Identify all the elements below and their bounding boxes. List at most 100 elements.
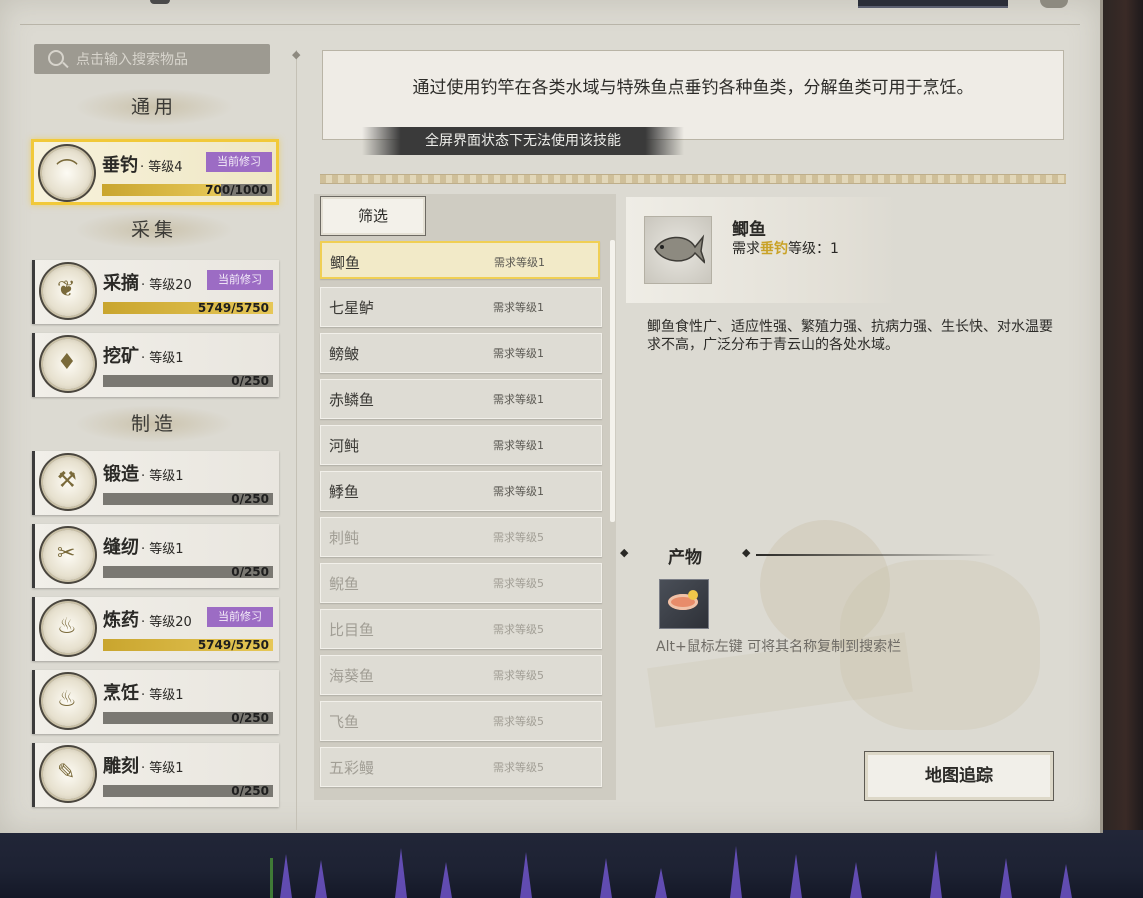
herb-leaf-icon: ❦ — [43, 266, 93, 316]
fish-name: 五彩鳗 — [329, 759, 375, 777]
fish-name: 鲵鱼 — [329, 575, 360, 593]
fish-name: 鲫鱼 — [330, 254, 361, 272]
skill-card-mining[interactable]: ♦ 挖矿 · 等级1 0/250 — [32, 333, 279, 397]
top-frame-ornament — [150, 0, 170, 4]
fish-list-item[interactable]: 刺鲀 需求等级5 — [320, 517, 602, 557]
fish-level-requirement: 需求等级1 — [494, 256, 545, 269]
category-gathering-heading: 采集 — [74, 211, 234, 249]
skill-progress-bar: 0/250 — [103, 711, 273, 725]
skill-progress-text: 5749/5750 — [197, 301, 269, 315]
skill-card-sewing[interactable]: ✂ 缝纫 · 等级1 0/250 — [32, 524, 279, 588]
fish-level-requirement: 需求等级5 — [493, 669, 544, 682]
fish-list-item[interactable]: 鯚鱼 需求等级1 — [320, 471, 602, 511]
skill-name: 缝纫 — [103, 537, 139, 558]
fish-list-item[interactable]: 赤鳞鱼 需求等级1 — [320, 379, 602, 419]
category-crafting-heading: 制造 — [74, 405, 234, 443]
skill-name: 烹饪 — [103, 683, 139, 704]
top-frame-ornament — [858, 0, 1008, 8]
fish-level-requirement: 需求等级1 — [493, 485, 544, 498]
skill-progress-bar: 0/250 — [103, 374, 273, 388]
fish-level-requirement: 需求等级1 — [493, 301, 544, 314]
skill-card-carving[interactable]: ✎ 雕刻 · 等级1 0/250 — [32, 743, 279, 807]
skill-progress-text: 5749/5750 — [197, 638, 269, 652]
fish-level-requirement: 需求等级1 — [493, 347, 544, 360]
gourd-icon: ♨ — [43, 603, 93, 653]
fish-list-item[interactable]: 鳑鲏 需求等级1 — [320, 333, 602, 373]
skill-progress-bar: 0/250 — [103, 565, 273, 579]
fish-detail-description: 鲫鱼食性广、适应性强、繁殖力强、抗病力强、生长快、对水温要求不高，广泛分布于青云… — [647, 319, 1053, 353]
fish-name: 河鲀 — [329, 437, 360, 455]
fish-list-item[interactable]: 海葵鱼 需求等级5 — [320, 655, 602, 695]
fish-level-requirement: 需求等级5 — [493, 715, 544, 728]
skill-progress-text: 0/250 — [231, 492, 269, 506]
skill-progress-text: 0/250 — [231, 374, 269, 388]
fish-level-requirement: 需求等级5 — [493, 761, 544, 774]
skill-progress-bar: 5749/5750 — [103, 638, 273, 652]
search-box[interactable] — [34, 44, 270, 76]
fish-name: 海葵鱼 — [329, 667, 375, 685]
fish-name: 七星鲈 — [329, 299, 375, 317]
filter-button[interactable]: 筛选 — [320, 196, 426, 236]
fish-level-requirement: 需求等级5 — [493, 577, 544, 590]
fish-name: 刺鲀 — [329, 529, 360, 547]
skill-level: · 等级4 — [140, 160, 183, 175]
fish-list-item[interactable]: 飞鱼 需求等级5 — [320, 701, 602, 741]
skill-level: · 等级1 — [141, 761, 184, 776]
fish-name: 鳑鲏 — [329, 345, 360, 363]
skill-description: 通过使用钓竿在各类水域与特殊鱼点垂钓各种鱼类，分解鱼类可用于烹饪。 — [412, 78, 974, 98]
fish-list-item[interactable]: 鲵鱼 需求等级5 — [320, 563, 602, 603]
current-study-badge: 当前修习 — [207, 270, 273, 290]
map-tracking-button[interactable]: 地图追踪 — [864, 751, 1054, 801]
skill-progress-bar: 700/1000 — [102, 183, 272, 197]
skill-name: 垂钓 — [102, 155, 138, 176]
fish-name: 赤鳞鱼 — [329, 391, 375, 409]
search-icon — [48, 50, 64, 66]
diamond-ornament-icon: ◆ — [620, 546, 629, 559]
fish-list-scrollbar[interactable] — [610, 240, 615, 522]
skill-name: 挖矿 — [103, 346, 139, 367]
fish-list-item[interactable]: 鲫鱼 需求等级1 — [320, 241, 600, 279]
fish-name: 比目鱼 — [329, 621, 375, 639]
fish-fillet-item-icon[interactable] — [659, 579, 709, 629]
skill-progress-text: 0/250 — [231, 565, 269, 579]
skill-level: · 等级1 — [141, 542, 184, 557]
crucian-carp-icon — [644, 216, 712, 284]
fish-name: 飞鱼 — [329, 713, 360, 731]
background-scenery-right — [1100, 0, 1143, 898]
fish-list-item[interactable]: 河鲀 需求等级1 — [320, 425, 602, 465]
diamond-ornament-icon: ◆ — [742, 546, 751, 559]
fish-detail-requirement: 需求垂钓等级：1 — [732, 241, 839, 257]
thread-spool-icon: ✂ — [43, 530, 93, 580]
fish-name: 鯚鱼 — [329, 483, 360, 501]
skill-card-cooking[interactable]: ♨ 烹饪 · 等级1 0/250 — [32, 670, 279, 734]
skill-progress-bar: 5749/5750 — [103, 301, 273, 315]
column-divider — [296, 50, 297, 830]
search-input[interactable] — [74, 44, 268, 76]
skill-progress-text: 700/1000 — [205, 183, 268, 197]
product-heading: 产物 — [668, 548, 702, 568]
current-study-badge: 当前修习 — [207, 607, 273, 627]
skill-name: 锻造 — [103, 464, 139, 485]
current-study-badge: 当前修习 — [206, 152, 272, 172]
copy-name-hint: Alt+鼠标左键 可将其名称复制到搜索栏 — [656, 639, 902, 655]
skill-level: · 等级1 — [141, 351, 184, 366]
skill-level: · 等级20 — [141, 615, 192, 630]
skill-card-alchemy[interactable]: ♨ 炼药 · 等级20 当前修习 5749/5750 — [32, 597, 279, 661]
background-scenery-bottom — [0, 830, 1143, 898]
cooking-pot-icon: ♨ — [43, 676, 93, 726]
fish-list-item[interactable]: 五彩鳗 需求等级5 — [320, 747, 602, 787]
skill-progress-bar: 0/250 — [103, 492, 273, 506]
fish-list-item[interactable]: 比目鱼 需求等级5 — [320, 609, 602, 649]
skill-name: 采摘 — [103, 273, 139, 294]
skill-level: · 等级1 — [141, 469, 184, 484]
skill-level: · 等级20 — [141, 278, 192, 293]
anvil-hammer-icon: ⚒ — [43, 457, 93, 507]
category-general-heading: 通用 — [74, 88, 234, 126]
carving-knife-icon: ✎ — [43, 749, 93, 799]
skill-card-fishing[interactable]: ⌒ 垂钓 · 等级4 当前修习 700/1000 — [31, 139, 279, 205]
fish-level-requirement: 需求等级1 — [493, 439, 544, 452]
skill-card-picking[interactable]: ❦ 采摘 · 等级20 当前修习 5749/5750 — [32, 260, 279, 324]
skill-card-forging[interactable]: ⚒ 锻造 · 等级1 0/250 — [32, 451, 279, 515]
fish-list-item[interactable]: 七星鲈 需求等级1 — [320, 287, 602, 327]
panel-top-divider — [20, 24, 1080, 25]
